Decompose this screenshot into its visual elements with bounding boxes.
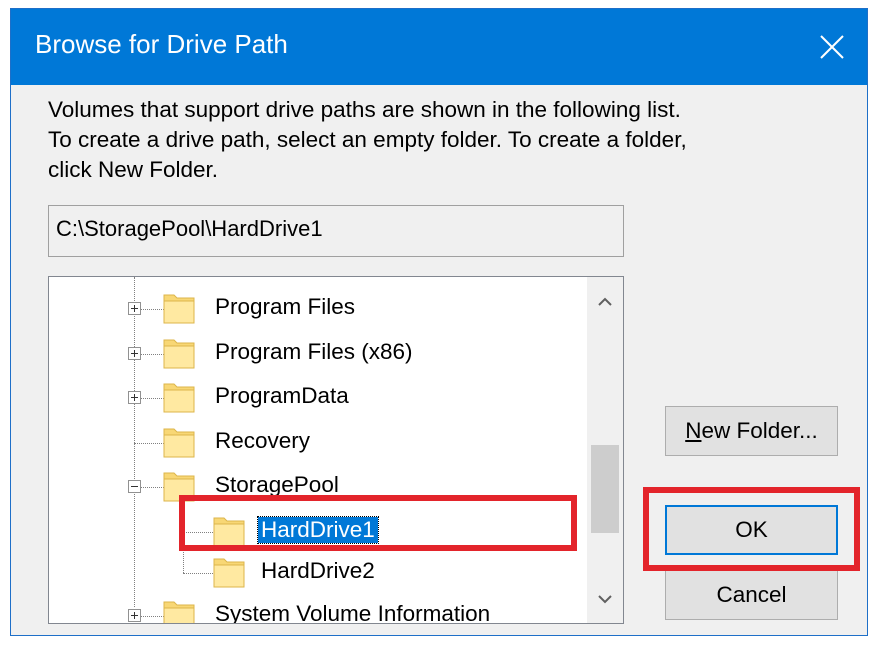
title-bar[interactable]: Browse for Drive Path [11, 9, 867, 85]
chevron-down-icon [598, 594, 612, 603]
collapse-icon[interactable] [128, 480, 141, 493]
folder-tree[interactable]: Program Files Program Files (x86) Progra… [48, 276, 624, 624]
tree-item-label: Recovery [215, 428, 311, 453]
cancel-label: Cancel [716, 582, 787, 607]
expand-icon[interactable] [128, 347, 141, 360]
tree-connector [183, 573, 213, 575]
new-folder-button[interactable]: New Folder... [665, 406, 838, 456]
new-folder-accelerator: N [685, 418, 702, 443]
tree-item-storagepool[interactable]: StoragePool [49, 466, 589, 508]
new-folder-label: ew Folder... [701, 418, 818, 443]
folder-icon [163, 294, 195, 324]
cancel-button[interactable]: Cancel [665, 570, 838, 620]
scroll-thumb[interactable] [591, 445, 619, 533]
tree-connector [183, 532, 213, 534]
tree-item-harddrive2[interactable]: HardDrive2 [49, 552, 589, 594]
expand-icon[interactable] [128, 609, 141, 622]
tree-item-label: HardDrive1 [257, 516, 379, 544]
tree-item-program-files-x86[interactable]: Program Files (x86) [49, 333, 589, 375]
tree-item-label: Program Files [215, 294, 356, 319]
tree-item-label: System Volume Information [215, 601, 491, 624]
dialog-title: Browse for Drive Path [35, 29, 288, 59]
folder-icon [163, 339, 195, 369]
tree-item-label: Program Files (x86) [215, 339, 413, 364]
folder-icon [163, 383, 195, 413]
drive-path-field[interactable]: C:\StoragePool\HardDrive1 [48, 205, 624, 257]
tree-item-recovery[interactable]: Recovery [49, 422, 589, 464]
tree-item-label: ProgramData [215, 383, 349, 408]
tree-item-label: StoragePool [215, 472, 339, 497]
instructions-line-2: To create a drive path, select an empty … [48, 127, 687, 152]
folder-icon [213, 558, 245, 588]
tree-item-harddrive1[interactable]: HardDrive1 [49, 511, 589, 553]
instructions-line-3: click New Folder. [48, 157, 219, 182]
chevron-up-icon [598, 297, 612, 306]
scroll-up-button[interactable] [587, 283, 623, 319]
tree-scrollbar[interactable] [587, 277, 623, 623]
expand-icon[interactable] [128, 391, 141, 404]
folder-icon [163, 601, 195, 623]
ok-label: OK [735, 517, 768, 542]
scroll-down-button[interactable] [587, 581, 623, 617]
ok-button[interactable]: OK [665, 505, 838, 555]
instructions-line-1: Volumes that support drive paths are sho… [48, 97, 681, 122]
close-button[interactable] [797, 9, 867, 85]
tree-item-system-volume-information[interactable]: System Volume Information [49, 595, 589, 624]
browse-drive-path-dialog: Browse for Drive Path Volumes that suppo… [10, 8, 868, 636]
tree-item-program-files[interactable]: Program Files [49, 288, 589, 330]
expand-icon[interactable] [128, 302, 141, 315]
tree-item-programdata[interactable]: ProgramData [49, 377, 589, 419]
folder-icon [163, 472, 195, 502]
close-icon [820, 35, 844, 59]
instructions-text: Volumes that support drive paths are sho… [48, 95, 687, 185]
folder-icon [213, 517, 245, 547]
folder-icon [163, 428, 195, 458]
tree-item-label: HardDrive2 [261, 558, 375, 583]
